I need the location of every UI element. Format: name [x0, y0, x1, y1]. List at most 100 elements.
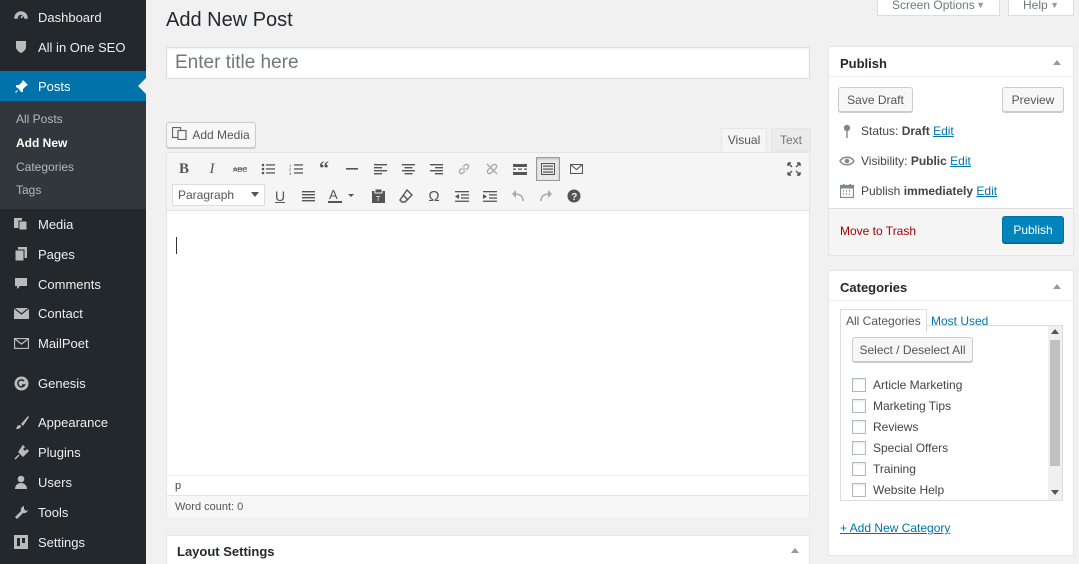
submenu-add-new[interactable]: Add New	[16, 136, 67, 150]
menu-dashboard[interactable]: Dashboard	[0, 2, 146, 32]
menu-appearance[interactable]: Appearance	[0, 407, 146, 437]
underline-icon[interactable]: U	[270, 186, 290, 206]
menu-posts[interactable]: Posts	[0, 71, 146, 101]
svg-text:ABC: ABC	[233, 167, 247, 174]
bold-icon[interactable]: B	[174, 159, 194, 179]
menu-pages[interactable]: Pages	[0, 239, 146, 269]
select-deselect-all-button[interactable]: Select / Deselect All	[852, 337, 973, 362]
mail-icon	[13, 335, 29, 351]
paste-text-icon[interactable]: T	[368, 186, 388, 206]
align-center-icon[interactable]	[398, 159, 418, 179]
blockquote-icon[interactable]: “	[314, 158, 334, 180]
category-checkbox[interactable]	[852, 399, 866, 413]
italic-icon[interactable]: I	[202, 159, 222, 179]
page-title: Add New Post	[166, 9, 293, 31]
menu-comments[interactable]: Comments	[0, 269, 146, 299]
menu-mailpoet[interactable]: MailPoet	[0, 328, 146, 358]
edit-date-link[interactable]: Edit	[976, 184, 997, 198]
scroll-up-icon[interactable]	[1051, 329, 1059, 334]
read-more-icon[interactable]	[510, 159, 530, 179]
help-tab[interactable]: Help ▼	[1008, 0, 1074, 16]
post-title-input[interactable]	[166, 47, 810, 79]
format-select[interactable]: Paragraph	[172, 184, 265, 206]
text-color-icon[interactable]: A	[326, 186, 360, 206]
menu-users[interactable]: Users	[0, 467, 146, 497]
element-path: p	[167, 475, 809, 495]
collapse-arrow-icon[interactable]	[1053, 60, 1061, 65]
word-count: Word count: 0	[167, 495, 809, 517]
horizontal-line-icon[interactable]	[342, 159, 362, 179]
undo-icon[interactable]	[508, 186, 528, 206]
svg-text:?: ?	[571, 192, 577, 203]
menu-tools[interactable]: Tools	[0, 497, 146, 527]
publish-header[interactable]: Publish	[829, 47, 1073, 77]
submenu-tags[interactable]: Tags	[16, 183, 41, 197]
category-scrollbar[interactable]	[1048, 326, 1062, 500]
category-item[interactable]: Training	[852, 462, 916, 476]
link-icon[interactable]	[454, 159, 474, 179]
category-item[interactable]: Special Offers	[852, 441, 948, 455]
publish-button[interactable]: Publish	[1002, 216, 1064, 243]
add-new-category-link[interactable]: + Add New Category	[840, 521, 950, 535]
submenu-categories[interactable]: Categories	[16, 160, 74, 174]
post-editor: B I ABC 123 “ Paragraph U A T Ω ? p Word	[166, 152, 810, 517]
menu-settings[interactable]: Settings	[0, 527, 146, 557]
bulleted-list-icon[interactable]	[258, 159, 278, 179]
category-checkbox[interactable]	[852, 483, 866, 497]
menu-media[interactable]: Media	[0, 209, 146, 239]
layout-settings-title[interactable]: Layout Settings	[177, 544, 275, 559]
category-item[interactable]: Article Marketing	[852, 378, 962, 392]
justify-icon[interactable]	[298, 186, 318, 206]
scroll-down-icon[interactable]	[1051, 490, 1059, 495]
submenu-all-posts[interactable]: All Posts	[16, 112, 63, 126]
category-item[interactable]: Website Help	[852, 483, 944, 497]
eraser-icon[interactable]	[396, 186, 416, 206]
indent-icon[interactable]	[480, 186, 500, 206]
help-icon[interactable]: ?	[564, 186, 584, 206]
category-checkbox[interactable]	[852, 441, 866, 455]
envelope-icon[interactable]	[566, 159, 586, 179]
category-item[interactable]: Reviews	[852, 420, 918, 434]
special-character-icon[interactable]: Ω	[424, 186, 444, 206]
tab-all-categories[interactable]: All Categories	[840, 309, 927, 333]
scrollbar-thumb[interactable]	[1050, 340, 1060, 466]
pages-icon	[13, 246, 29, 262]
category-checkbox[interactable]	[852, 420, 866, 434]
category-checkbox[interactable]	[852, 378, 866, 392]
strikethrough-icon[interactable]: ABC	[230, 159, 250, 179]
add-media-button[interactable]: Add Media	[166, 122, 256, 148]
tab-text[interactable]: Text	[771, 128, 811, 152]
categories-title: Categories	[840, 280, 908, 295]
genesis-icon	[13, 375, 29, 391]
toolbar-toggle-icon[interactable]	[536, 157, 560, 181]
menu-genesis[interactable]: Genesis	[0, 368, 146, 398]
category-checkbox[interactable]	[852, 462, 866, 476]
edit-status-link[interactable]: Edit	[933, 124, 954, 138]
save-draft-button[interactable]: Save Draft	[838, 87, 913, 112]
collapse-arrow-icon[interactable]	[1053, 284, 1061, 289]
align-right-icon[interactable]	[426, 159, 446, 179]
redo-icon[interactable]	[536, 186, 556, 206]
move-to-trash-link[interactable]: Move to Trash	[840, 224, 916, 238]
categories-header[interactable]: Categories	[829, 271, 1073, 301]
layout-settings-box: Layout Settings	[166, 535, 810, 564]
outdent-icon[interactable]	[452, 186, 472, 206]
svg-text:T: T	[376, 196, 381, 203]
collapse-arrow-icon[interactable]	[791, 548, 799, 553]
unlink-icon[interactable]	[482, 159, 502, 179]
preview-button[interactable]: Preview	[1002, 87, 1064, 112]
menu-plugins[interactable]: Plugins	[0, 437, 146, 467]
numbered-list-icon[interactable]: 123	[286, 159, 306, 179]
screen-options-tab[interactable]: Screen Options ▼	[877, 0, 1000, 16]
eye-icon	[839, 153, 855, 169]
chevron-down-icon	[251, 192, 259, 197]
visibility-row: Visibility: Public Edit	[839, 153, 971, 169]
align-left-icon[interactable]	[370, 159, 390, 179]
menu-contact[interactable]: Contact	[0, 298, 146, 328]
edit-visibility-link[interactable]: Edit	[950, 154, 971, 168]
menu-all-in-one-seo[interactable]: All in One SEO	[0, 32, 146, 62]
fullscreen-icon[interactable]	[784, 159, 804, 179]
category-item[interactable]: Marketing Tips	[852, 399, 951, 413]
tab-visual[interactable]: Visual	[721, 128, 767, 152]
media-icon	[13, 216, 29, 232]
